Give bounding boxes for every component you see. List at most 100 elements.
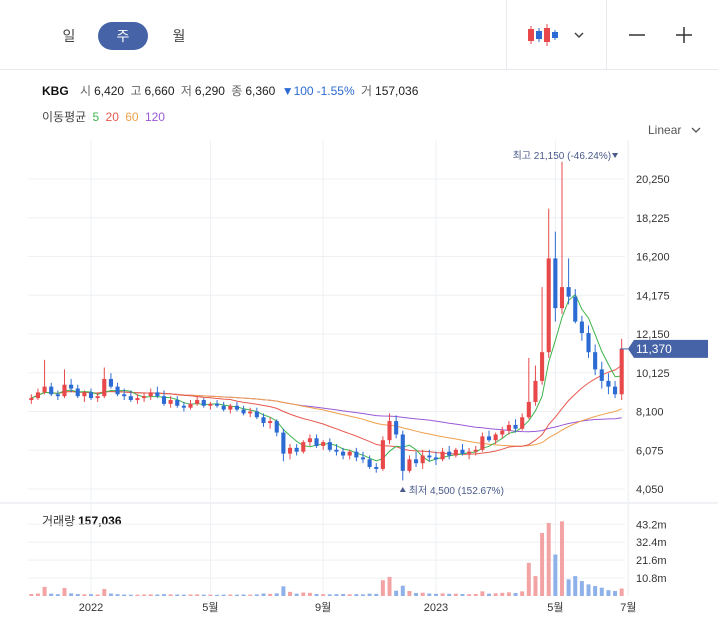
volume-bar: [593, 586, 598, 596]
price-chart[interactable]: 20,250 18,225 16,200 14,175 12,150 10,125 8,10…: [0, 0, 718, 638]
volume-bar: [327, 594, 332, 596]
volume-bar: [540, 532, 545, 596]
volume-bar: [42, 586, 47, 596]
candle-body: [55, 394, 60, 397]
low-annotation: 최저 4,500 (152.67%): [409, 485, 504, 497]
candle-body: [453, 449, 458, 456]
volume-bar: [69, 593, 74, 596]
volume-bar: [473, 594, 478, 596]
volume-bar: [274, 593, 279, 596]
candle-body: [148, 392, 153, 397]
candle-body: [88, 392, 94, 399]
volume-bar: [188, 594, 193, 596]
volume-bar: [288, 591, 293, 596]
candle-body: [241, 409, 246, 414]
y-tick-label: 18,225: [636, 213, 670, 225]
volume-bar: [586, 584, 591, 596]
volume-bar: [135, 594, 140, 596]
volume-bar: [367, 593, 372, 596]
volume-bar: [115, 594, 120, 596]
volume-bar: [82, 594, 87, 596]
candle-body: [520, 417, 525, 429]
volume-bar: [579, 581, 584, 596]
volume-bar: [500, 592, 505, 596]
volume-bar: [128, 594, 133, 596]
candle-body: [559, 287, 565, 309]
volume-bar: [506, 592, 511, 596]
candle-body: [540, 352, 545, 381]
candle-body: [62, 384, 67, 397]
candle-body: [513, 424, 518, 429]
candle-body: [195, 400, 200, 404]
volume-bar: [440, 593, 445, 596]
y-tick-label: 12,150: [636, 329, 670, 341]
candle-body: [294, 447, 299, 452]
volume-bar: [175, 594, 180, 596]
volume-bar: [215, 594, 220, 596]
candle-body: [301, 442, 306, 452]
volume-bar: [321, 594, 326, 596]
candle-body: [75, 388, 80, 397]
ma-20-line: [31, 364, 622, 455]
volume-bar: [387, 576, 392, 596]
candle-body: [128, 396, 133, 401]
candle-body: [29, 398, 34, 401]
volume-bar: [566, 579, 571, 596]
volume-bar: [35, 593, 40, 596]
candle-body: [168, 400, 173, 404]
candle-body: [427, 455, 432, 458]
candle-body: [360, 457, 366, 460]
volume-bar: [62, 588, 67, 596]
candle-body: [394, 421, 399, 435]
volume-bar: [467, 594, 472, 596]
candle-body: [612, 386, 618, 395]
candle-body: [500, 430, 505, 435]
candle-body: [473, 449, 478, 452]
y-tick-label: 16,200: [636, 252, 670, 264]
candle-body: [228, 405, 233, 410]
volume-bar: [493, 593, 498, 596]
volume-bar: [559, 521, 564, 596]
volume-bar: [254, 594, 259, 596]
candle-body: [155, 392, 160, 397]
volume-bar: [49, 593, 54, 596]
volume-bar: [181, 594, 186, 596]
candle-body: [573, 296, 578, 322]
volume-bar: [533, 576, 538, 596]
volume-bar: [553, 554, 558, 596]
volume-bar: [168, 594, 173, 596]
volume-bar: [55, 594, 60, 596]
candle-body: [440, 451, 445, 460]
candle-body: [341, 451, 346, 456]
candle-body: [69, 384, 74, 389]
volume-bar: [75, 594, 80, 596]
volume-bar: [334, 594, 339, 596]
candle-body: [248, 411, 253, 414]
high-annotation: 최고 21,150 (-46.24%): [513, 150, 611, 162]
candle-body: [593, 352, 598, 370]
volume-bar: [208, 594, 213, 596]
candle-body: [49, 386, 54, 395]
candle-body: [420, 455, 425, 464]
candle-body: [586, 333, 591, 353]
volume-bar: [248, 594, 253, 596]
candle-body: [108, 378, 113, 387]
volume-bar: [354, 594, 359, 596]
candle-body: [234, 405, 240, 410]
candle-body: [480, 436, 485, 450]
volume-bar: [347, 594, 352, 596]
volume-bar: [374, 593, 379, 596]
volume-bar: [433, 593, 438, 596]
volume-bar: [268, 593, 273, 596]
candle-body: [181, 405, 186, 408]
candle-body: [135, 398, 140, 401]
candle-body: [467, 451, 472, 454]
candle-body: [407, 459, 412, 471]
candle-body: [314, 438, 319, 446]
x-tick-label: 5월: [547, 601, 563, 614]
candle-body: [175, 400, 180, 406]
volume-bar: [294, 593, 299, 596]
candle-body: [533, 380, 538, 402]
candle-body: [400, 434, 405, 471]
candle-body: [579, 321, 584, 334]
